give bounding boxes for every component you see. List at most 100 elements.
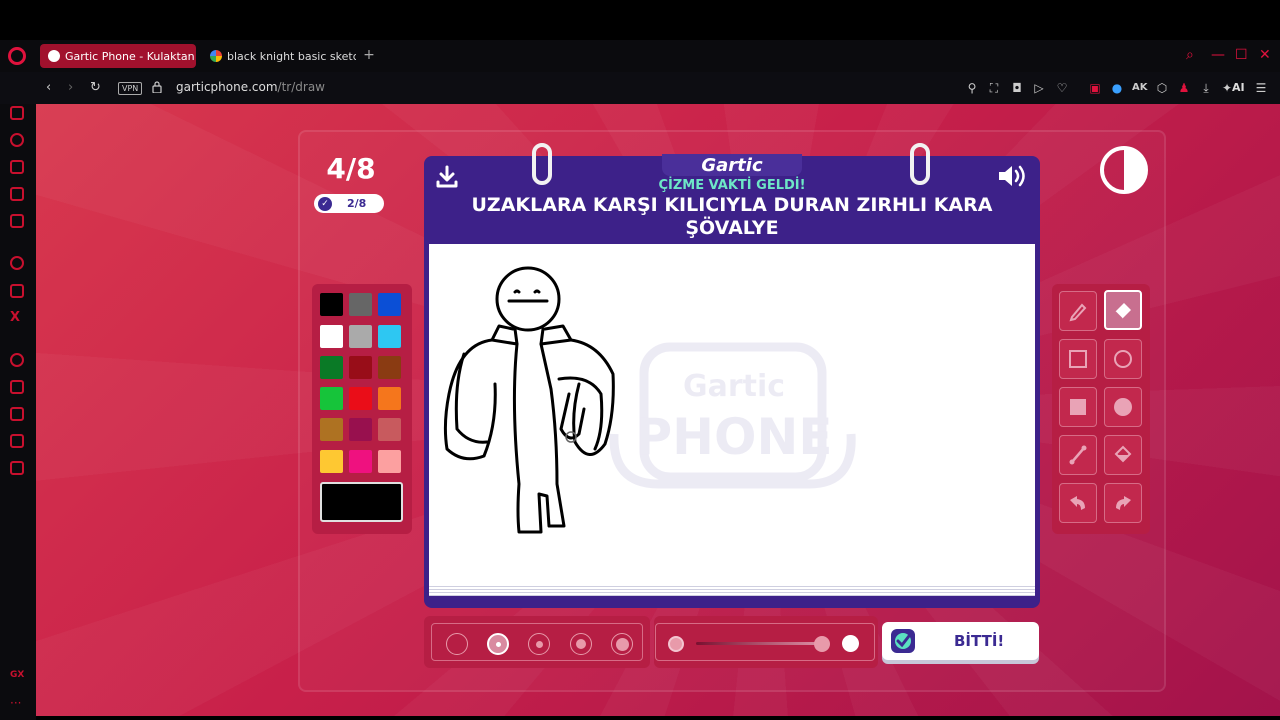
extensions-icon[interactable]: ⬡ bbox=[1155, 81, 1169, 95]
color-swatch[interactable] bbox=[320, 387, 343, 410]
tab-gartic-phone[interactable]: Gartic Phone - Kulaktan Ku bbox=[40, 44, 196, 68]
color-swatch[interactable] bbox=[320, 356, 343, 379]
color-swatch[interactable] bbox=[378, 450, 401, 473]
opacity-slider-track[interactable] bbox=[696, 642, 816, 645]
ellipse-outline-tool[interactable] bbox=[1104, 339, 1142, 379]
wallpaper-icon[interactable] bbox=[10, 461, 24, 475]
shield-icon[interactable]: ◘ bbox=[1010, 81, 1024, 95]
snapshot-icon[interactable]: ⛶ bbox=[987, 81, 1001, 95]
close-window-icon[interactable]: ✕ bbox=[1259, 48, 1271, 62]
history-icon[interactable] bbox=[10, 380, 24, 394]
reload-icon[interactable]: ↻ bbox=[90, 80, 101, 96]
color-swatch[interactable] bbox=[320, 325, 343, 348]
color-swatch[interactable] bbox=[320, 450, 343, 473]
pencil-tool[interactable] bbox=[1059, 291, 1097, 331]
tab-black-knight[interactable]: black knight basic sketch bbox=[202, 44, 356, 68]
line-icon bbox=[1069, 445, 1087, 465]
pencil-icon bbox=[1069, 303, 1087, 322]
rectangle-outline-tool[interactable] bbox=[1059, 339, 1097, 379]
circle-filled-icon bbox=[1114, 398, 1132, 416]
color-swatch[interactable] bbox=[320, 418, 343, 441]
color-swatch[interactable] bbox=[378, 325, 401, 348]
drawing-prompt: UZAKLARA KARŞI KILICIYLA DURAN ZIRHLI KA… bbox=[471, 194, 993, 239]
gartic-logo: Gartic bbox=[701, 155, 763, 176]
drawing-canvas[interactable]: Gartic PHONE bbox=[429, 244, 1035, 584]
color-swatch[interactable] bbox=[349, 450, 372, 473]
redo-tool[interactable] bbox=[1104, 483, 1142, 523]
url-field[interactable]: garticphone.com/tr/draw bbox=[176, 80, 325, 94]
color-swatch[interactable] bbox=[320, 293, 343, 316]
play-icon[interactable]: ▷ bbox=[1032, 81, 1046, 95]
whatsapp-icon[interactable] bbox=[10, 256, 24, 270]
brush-size-1[interactable] bbox=[446, 633, 468, 655]
color-swatch[interactable] bbox=[349, 418, 372, 441]
color-swatch[interactable] bbox=[378, 387, 401, 410]
screen: Gartic Phone - Kulaktan Ku black knight … bbox=[0, 0, 1280, 720]
maximize-icon[interactable]: ☐ bbox=[1235, 48, 1248, 62]
profile-icon[interactable]: ♟ bbox=[1177, 81, 1191, 95]
tab-label: Gartic Phone - Kulaktan Ku bbox=[65, 49, 196, 63]
color-swatch[interactable] bbox=[349, 293, 372, 316]
opacity-min-icon bbox=[668, 636, 684, 652]
notebook-edge bbox=[429, 584, 1035, 596]
pin-icon[interactable]: ⚲ bbox=[965, 81, 979, 95]
line-tool[interactable] bbox=[1059, 435, 1097, 475]
check-circle-icon: ✓ bbox=[318, 196, 332, 211]
search-tabs-icon[interactable]: ⌕ bbox=[1186, 48, 1194, 62]
color-swatch[interactable] bbox=[349, 325, 372, 348]
extension-badge-icon[interactable]: ▣ bbox=[1088, 81, 1102, 95]
heart-icon[interactable]: ♡ bbox=[1055, 81, 1069, 95]
news-icon[interactable] bbox=[10, 187, 24, 201]
gartic-favicon-icon bbox=[48, 50, 60, 62]
back-icon[interactable]: ‹ bbox=[46, 80, 51, 96]
color-swatch[interactable] bbox=[349, 356, 372, 379]
opacity-slider-thumb[interactable] bbox=[814, 636, 830, 652]
brush-size-4[interactable] bbox=[570, 633, 592, 655]
brush-size-3[interactable] bbox=[528, 633, 550, 655]
menu-icon[interactable]: ☰ bbox=[1254, 81, 1268, 95]
square-filled-icon bbox=[1070, 399, 1086, 415]
shazam-icon[interactable]: ● bbox=[1110, 81, 1124, 95]
brush-size-2[interactable] bbox=[487, 633, 509, 655]
undo-tool[interactable] bbox=[1059, 483, 1097, 523]
tab-label: black knight basic sketch bbox=[227, 49, 356, 63]
fill-bucket-tool[interactable] bbox=[1104, 435, 1142, 475]
size-dot bbox=[495, 641, 501, 647]
instagram-icon[interactable] bbox=[10, 284, 24, 298]
ai-label[interactable]: AI bbox=[1232, 81, 1245, 94]
done-button-label: BİTTİ! bbox=[954, 632, 1005, 650]
download-icon[interactable]: ⤓ bbox=[1199, 81, 1213, 95]
minimize-icon[interactable]: — bbox=[1211, 48, 1225, 62]
player-icon[interactable] bbox=[10, 353, 24, 367]
color-swatch[interactable] bbox=[378, 356, 401, 379]
rectangle-fill-tool[interactable] bbox=[1059, 387, 1097, 427]
eraser-tool[interactable] bbox=[1104, 290, 1142, 330]
round-counter: 4/8 bbox=[326, 152, 376, 185]
cube-icon[interactable] bbox=[10, 407, 24, 421]
gx-corner-icon[interactable] bbox=[10, 133, 24, 147]
new-tab-icon[interactable]: + bbox=[362, 48, 376, 62]
store-icon[interactable] bbox=[10, 214, 24, 228]
color-swatch[interactable] bbox=[349, 387, 372, 410]
opacity-max-icon bbox=[842, 635, 859, 652]
forward-icon[interactable]: › bbox=[68, 80, 73, 96]
check-icon bbox=[891, 629, 915, 653]
ak-extension-icon[interactable]: AK bbox=[1132, 81, 1148, 95]
ellipse-fill-tool[interactable] bbox=[1104, 387, 1142, 427]
canvas-drawing: Gartic PHONE bbox=[443, 266, 856, 534]
color-swatch[interactable] bbox=[378, 418, 401, 441]
brush-size-5[interactable] bbox=[611, 633, 633, 655]
vpn-badge[interactable]: VPN bbox=[118, 82, 143, 95]
players-done-pill: ✓ 2/8 bbox=[314, 194, 384, 213]
x-twitter-icon[interactable]: X bbox=[10, 311, 24, 325]
timer-icon bbox=[1100, 146, 1148, 194]
players-done-count: 2/8 bbox=[347, 197, 367, 210]
url-host: garticphone.com bbox=[176, 80, 278, 94]
settings-icon[interactable] bbox=[10, 434, 24, 448]
opera-logo-icon[interactable] bbox=[8, 47, 26, 65]
gamepad-icon[interactable] bbox=[10, 106, 24, 120]
done-button[interactable]: BİTTİ! bbox=[882, 622, 1039, 660]
color-swatch[interactable] bbox=[378, 293, 401, 316]
more-icon[interactable]: ··· bbox=[10, 696, 21, 710]
twitch-icon[interactable] bbox=[10, 160, 24, 174]
